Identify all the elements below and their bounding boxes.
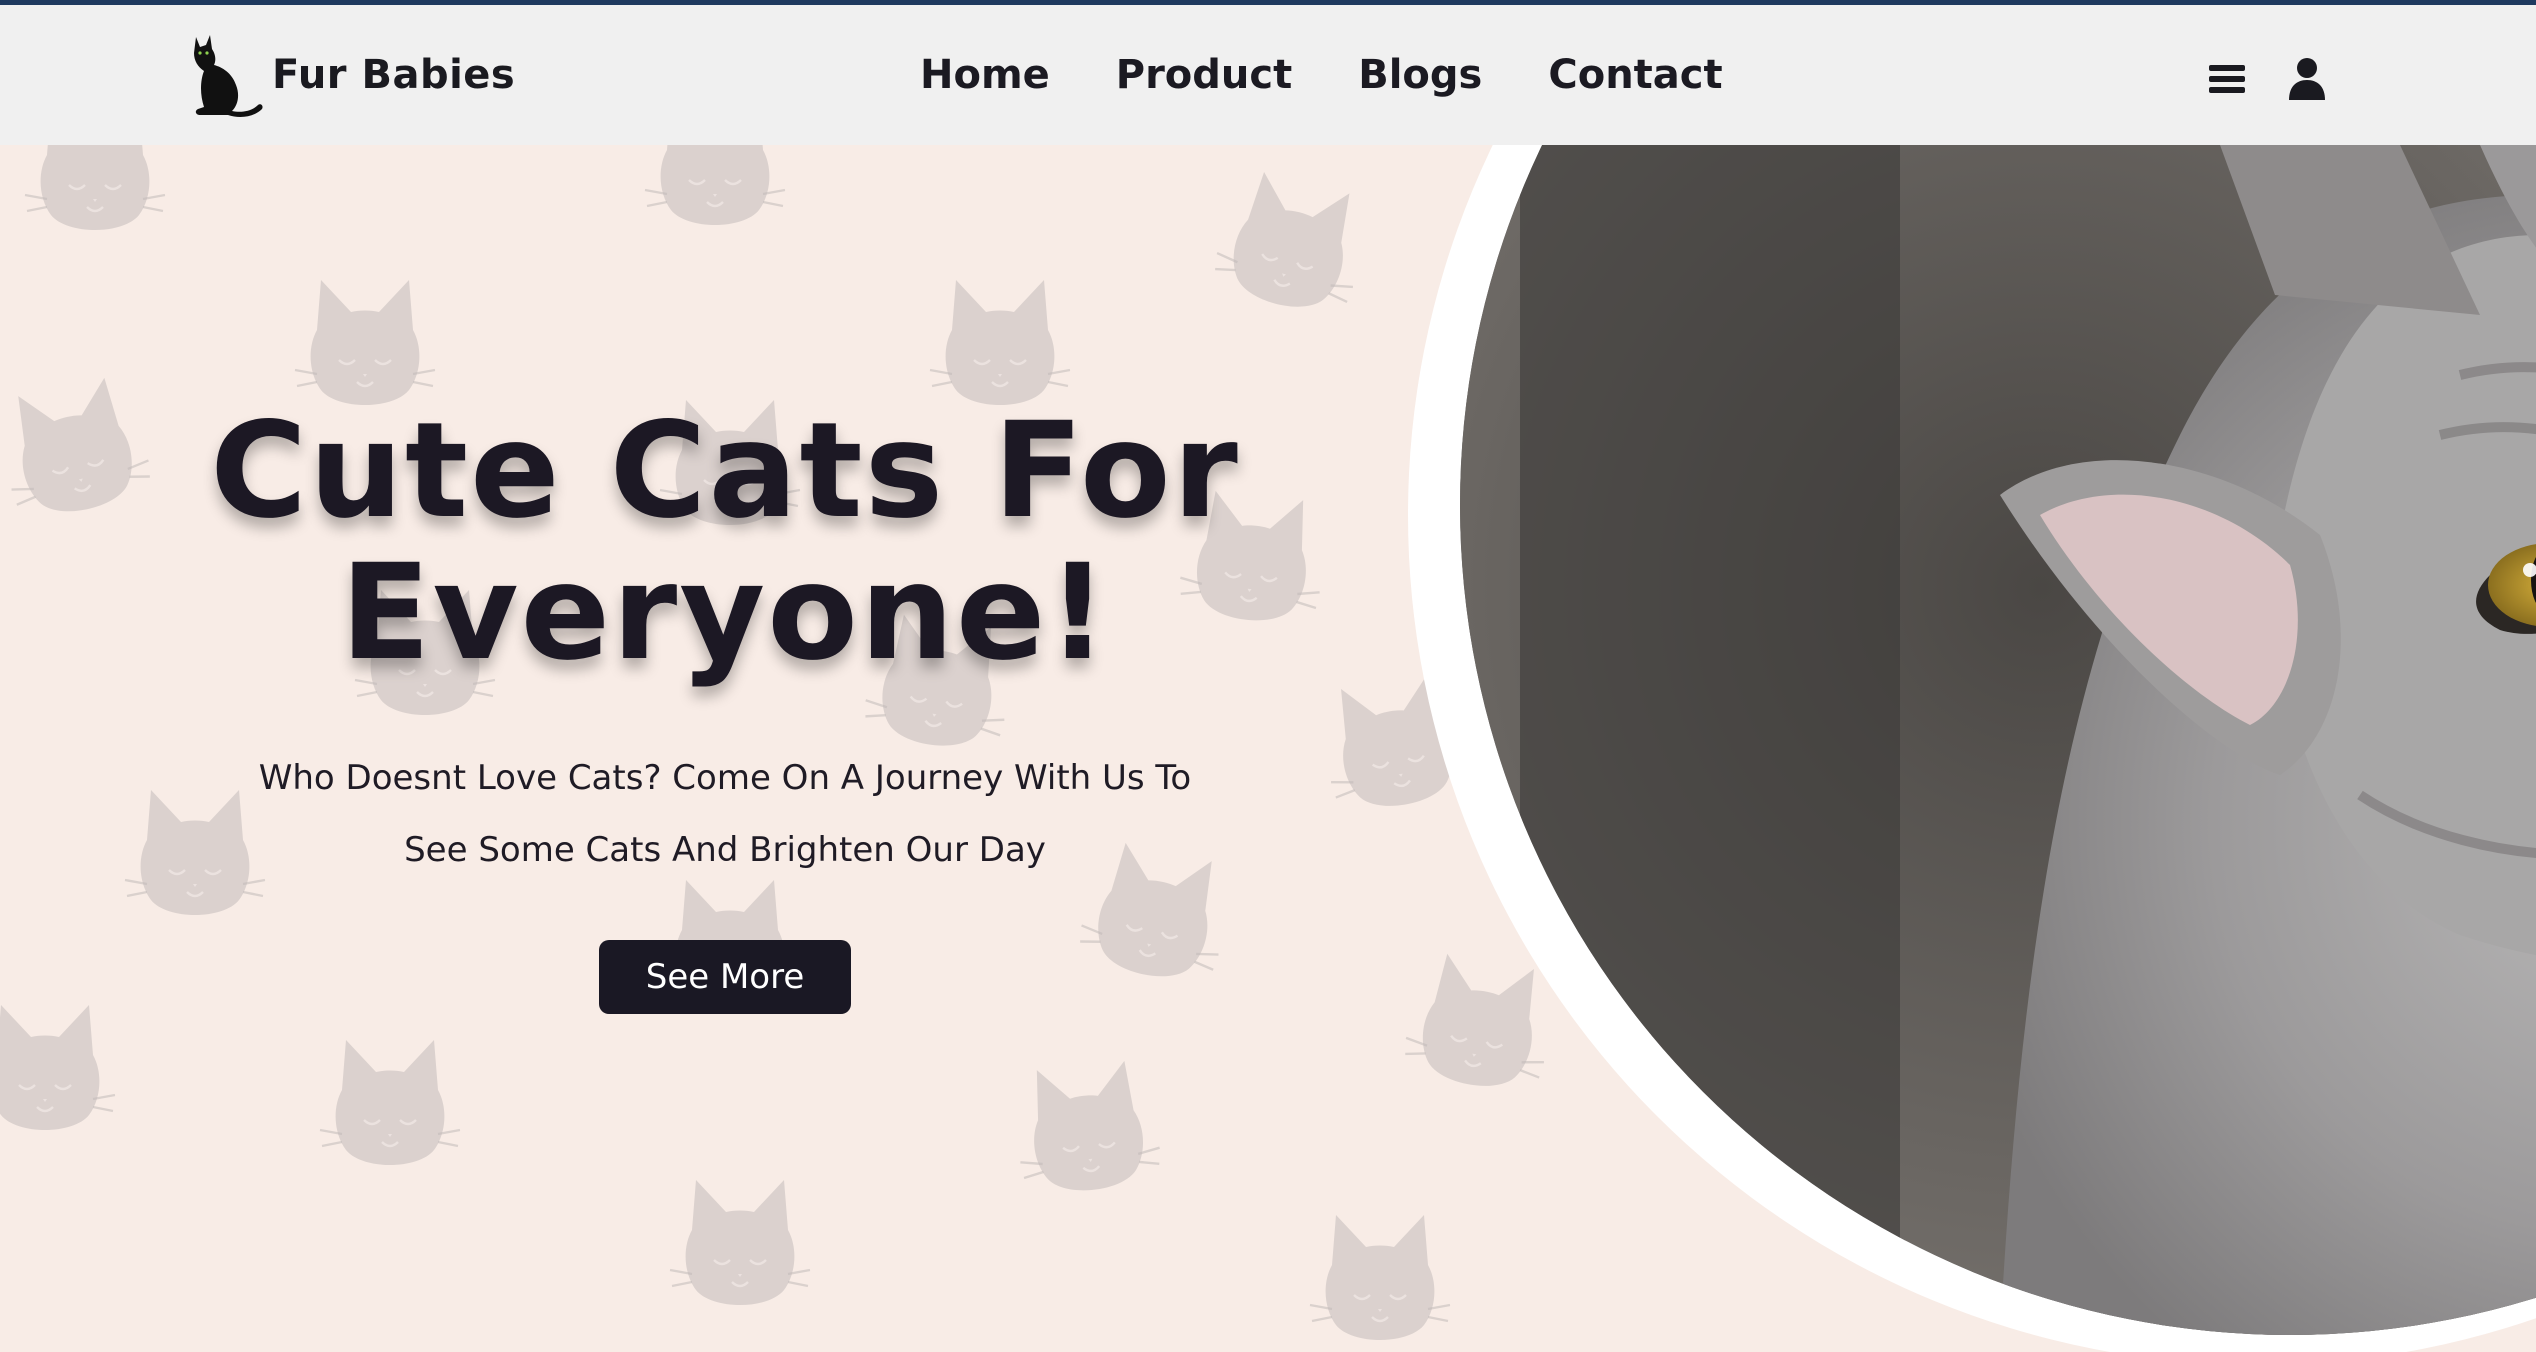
nav-link-product[interactable]: Product: [1116, 52, 1292, 98]
black-cat-icon: [194, 35, 263, 117]
user-icon[interactable]: [2287, 56, 2327, 102]
hero-title: Cute Cats For Everyone!: [180, 400, 1270, 684]
hero-title-line2: Everyone!: [340, 536, 1110, 690]
hero-section: Cute Cats For Everyone! Who Doesnt Love …: [0, 145, 2536, 1352]
brand-name: Fur Babies: [272, 52, 516, 98]
nav-link-contact[interactable]: Contact: [1548, 52, 1722, 98]
see-more-button[interactable]: See More: [599, 940, 851, 1014]
navbar: Fur Babies Home Product Blogs Contact: [0, 5, 2536, 145]
hero-subtitle: Who Doesnt Love Cats? Come On A Journey …: [258, 758, 1192, 870]
hero-text-block: Cute Cats For Everyone! Who Doesnt Love …: [180, 400, 1270, 1014]
main-nav: Home Product Blogs Contact: [920, 45, 1723, 105]
nav-link-home[interactable]: Home: [920, 52, 1050, 98]
nav-actions: [2205, 49, 2327, 109]
grey-tabby-cat-photo: [1460, 145, 2536, 1335]
hamburger-menu-icon[interactable]: [2205, 59, 2249, 99]
brand[interactable]: Fur Babies: [186, 33, 515, 117]
cat-photo-illustration: [1460, 145, 2536, 1335]
hero-title-line1: Cute Cats For: [210, 394, 1240, 548]
nav-link-blogs[interactable]: Blogs: [1358, 52, 1482, 98]
